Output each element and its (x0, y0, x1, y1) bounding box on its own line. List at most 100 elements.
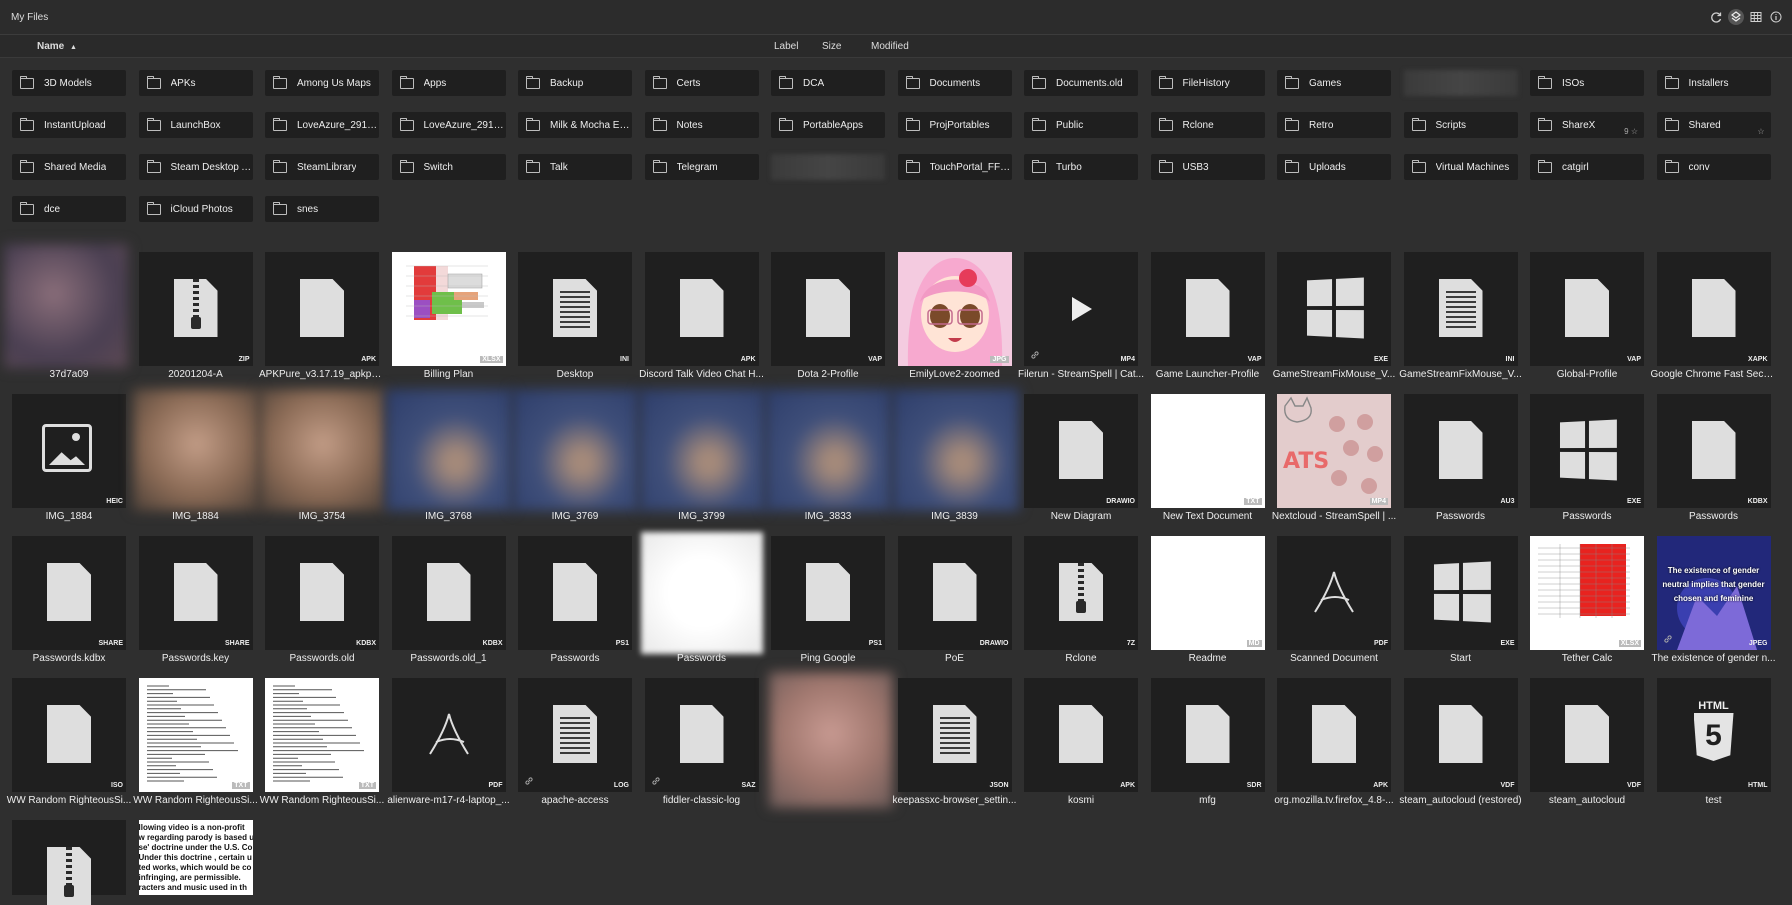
folder-item[interactable]: Backup (518, 70, 632, 96)
file-name[interactable]: keepassxc-browser_settin... (892, 795, 1018, 806)
file-tile[interactable]: KDBX (391, 536, 506, 650)
folder-item[interactable]: InstantUpload (12, 112, 126, 138)
file-name[interactable]: Dota 2-Profile (765, 369, 891, 380)
folder-item[interactable]: Apps (391, 70, 506, 96)
folder-item[interactable]: PortableApps (771, 112, 885, 138)
file-tile[interactable] (12, 820, 126, 905)
file-tile[interactable]: EXE (1277, 252, 1391, 366)
file-tile[interactable]: EXE (1403, 536, 1518, 650)
folder-item[interactable]: APKs (138, 70, 253, 96)
file-tile[interactable]: SHARE (12, 536, 126, 650)
file-tile[interactable]: APK (1024, 678, 1138, 792)
file-tile[interactable]: VAP (1530, 252, 1644, 366)
file-name[interactable]: WW Random RighteousSi... (259, 795, 385, 806)
folder-item[interactable]: Milk & Mocha Emo... (518, 112, 632, 138)
file-tile[interactable]: EXE (1530, 394, 1644, 508)
folder-item[interactable] (1403, 70, 1518, 96)
file-thumbnail[interactable]: TXT (1150, 394, 1265, 508)
file-name[interactable]: Readme (1145, 653, 1271, 664)
folder-item[interactable]: Documents (897, 70, 1012, 96)
file-name[interactable]: IMG_3768 (386, 511, 512, 522)
file-name[interactable]: IMG_3839 (892, 511, 1018, 522)
layers-icon[interactable] (1728, 9, 1744, 25)
file-name[interactable]: Global-Profile (1524, 369, 1650, 380)
favorite-star-icon[interactable]: 9 ☆ (1624, 127, 1638, 136)
folder-item[interactable]: Steam Desktop Au... (138, 154, 253, 180)
file-name[interactable]: Scanned Document (1271, 653, 1397, 664)
file-name[interactable]: EmilyLove2-zoomed (892, 369, 1018, 380)
file-tile[interactable]: PDF (391, 678, 506, 792)
folder-item[interactable]: SteamLibrary (265, 154, 379, 180)
folder-item[interactable]: Switch (391, 154, 506, 180)
file-name[interactable]: IMG_1884 (6, 511, 132, 522)
file-tile[interactable]: SAZ (644, 678, 759, 792)
file-name[interactable]: fiddler-classic-log (639, 795, 765, 806)
file-tile[interactable]: KDBX (1656, 394, 1771, 508)
file-name[interactable]: mfg (1145, 795, 1271, 806)
file-name[interactable]: steam_autocloud (restored) (1398, 795, 1524, 806)
file-tile[interactable] (891, 389, 1019, 511)
file-tile[interactable]: TXT (265, 678, 379, 792)
file-tile[interactable] (4, 244, 128, 368)
file-name[interactable]: apache-access (512, 795, 638, 806)
file-tile[interactable]: XLSX (391, 252, 506, 366)
file-tile[interactable] (640, 532, 763, 654)
file-tile[interactable]: SDR (1150, 678, 1265, 792)
folder-item[interactable]: Documents.old (1024, 70, 1138, 96)
file-tile[interactable]: llowing video is a non-profit w regarding… (138, 820, 253, 895)
file-tile[interactable]: SHARE (138, 536, 253, 650)
file-name[interactable]: WW Random RighteousSi... (133, 795, 259, 806)
file-name[interactable]: Discord Talk Video Chat H... (639, 369, 765, 380)
file-tile[interactable]: INI (518, 252, 632, 366)
folder-item[interactable]: Talk (518, 154, 632, 180)
file-name[interactable]: APKPure_v3.17.19_apkpu... (259, 369, 385, 380)
folder-item[interactable]: catgirl (1530, 154, 1644, 180)
file-name[interactable]: Filerun - StreamSpell | Cat... (1018, 369, 1144, 380)
file-tile[interactable]: APK (644, 252, 759, 366)
file-tile[interactable]: TXT (138, 678, 253, 792)
file-name[interactable]: steam_autocloud (1524, 795, 1650, 806)
folder-item[interactable]: TouchPortal_FFXIV (897, 154, 1012, 180)
file-name[interactable]: 20201204-A (133, 369, 259, 380)
file-name[interactable]: Passwords.key (133, 653, 259, 664)
folder-item[interactable]: Games (1277, 70, 1391, 96)
file-name[interactable]: Passwords.old_1 (386, 653, 512, 664)
column-size[interactable]: Size (822, 41, 841, 52)
folder-item[interactable]: iCloud Photos (138, 196, 253, 222)
folder-item[interactable]: conv (1656, 154, 1771, 180)
file-tile[interactable]: AU3 (1403, 394, 1518, 508)
file-name[interactable]: Nextcloud - StreamSpell | ... (1271, 511, 1397, 522)
folder-item[interactable]: Uploads (1277, 154, 1391, 180)
file-tile[interactable]: HTML 5 HTML (1656, 678, 1771, 792)
file-name[interactable]: GameStreamFixMouse_V... (1398, 369, 1524, 380)
file-tile[interactable]: MP4 (1024, 252, 1138, 366)
folder-item[interactable]: Notes (644, 112, 759, 138)
file-name[interactable]: IMG_3799 (639, 511, 765, 522)
folder-item[interactable]: LoveAzure_29193... (265, 112, 379, 138)
file-name[interactable]: org.mozilla.tv.firefox_4.8-... (1271, 795, 1397, 806)
file-tile[interactable] (765, 389, 892, 511)
file-tile[interactable]: VAP (1150, 252, 1265, 366)
file-name[interactable]: IMG_1884 (133, 511, 259, 522)
file-name[interactable]: Passwords (1524, 511, 1650, 522)
file-name[interactable]: IMG_3754 (259, 511, 385, 522)
folder-item[interactable]: ShareX 9 ☆ (1530, 112, 1644, 138)
folder-item[interactable]: Shared Media (12, 154, 126, 180)
file-name[interactable]: The existence of gender n... (1651, 653, 1777, 664)
file-tile[interactable] (512, 389, 639, 511)
folder-item[interactable]: Virtual Machines (1403, 154, 1518, 180)
file-tile[interactable]: 7Z (1024, 536, 1138, 650)
file-tile[interactable]: LOG (518, 678, 632, 792)
info-icon[interactable] (1768, 9, 1784, 25)
file-name[interactable]: 37d7a09 (6, 369, 132, 380)
column-name[interactable]: Name ▲ (37, 41, 77, 52)
file-tile[interactable]: The existence of gender neutral implies … (1656, 536, 1771, 650)
file-name[interactable]: Game Launcher-Profile (1145, 369, 1271, 380)
file-tile[interactable] (638, 389, 766, 511)
folder-item[interactable]: Shared ☆ (1656, 112, 1771, 138)
file-tile[interactable]: PS1 (518, 536, 632, 650)
folder-item[interactable]: LaunchBox (138, 112, 253, 138)
file-tile[interactable]: HEIC (12, 394, 126, 508)
file-name[interactable]: WW Random RighteousSi... (6, 795, 132, 806)
file-name[interactable]: Ping Google (765, 653, 891, 664)
